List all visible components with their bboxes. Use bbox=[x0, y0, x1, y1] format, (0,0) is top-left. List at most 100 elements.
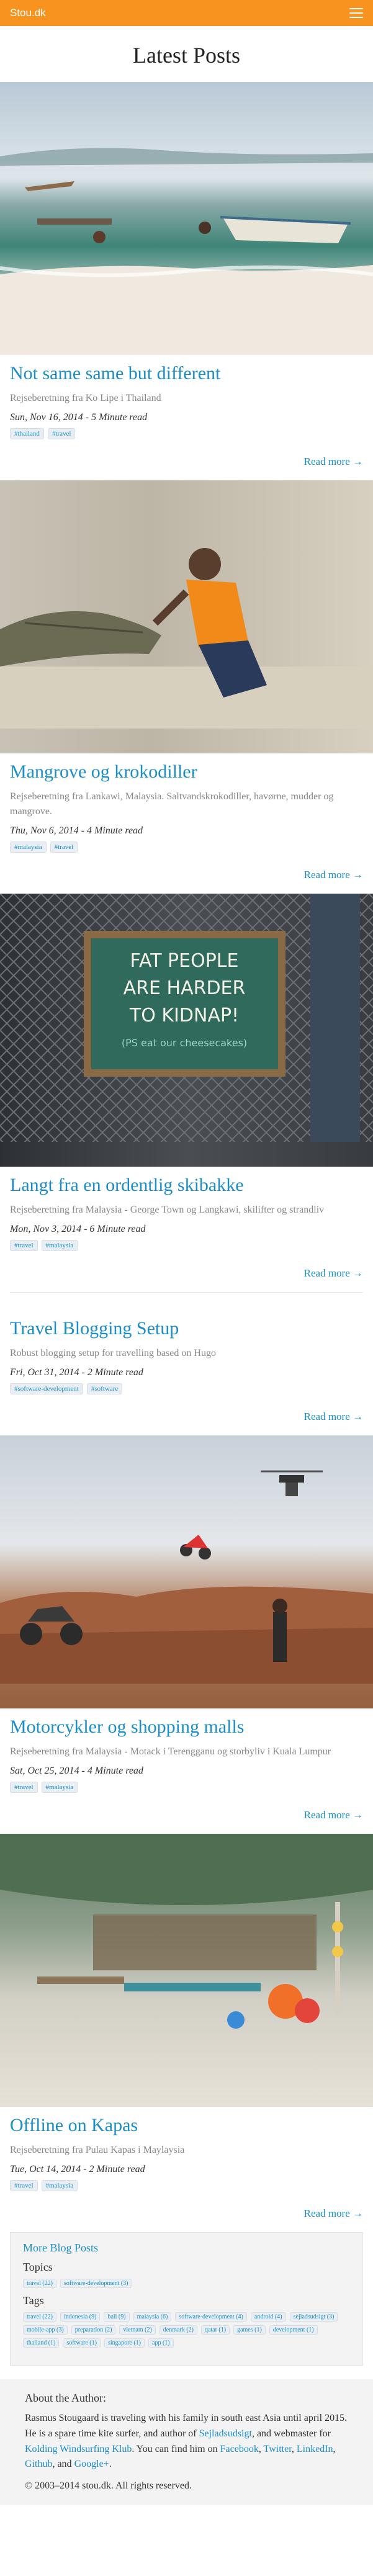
tag-link[interactable]: travel (22) bbox=[23, 2312, 56, 2322]
post-title-link[interactable]: Langt fra en ordentlig skibakke bbox=[10, 1174, 363, 1196]
sign-line-1: FAT PEOPLE bbox=[130, 950, 239, 972]
post-title-link[interactable]: Mangrove og krokodiller bbox=[10, 761, 363, 783]
tag-link[interactable]: vietnam (2) bbox=[119, 2325, 156, 2335]
topic-link[interactable]: travel (22) bbox=[23, 2279, 56, 2288]
menu-icon[interactable] bbox=[349, 8, 363, 18]
about-author-footer: About the Author: Rasmus Stougaard is tr… bbox=[0, 2379, 373, 2505]
tag-link[interactable]: #malaysia bbox=[10, 841, 47, 853]
post-title-link[interactable]: Offline on Kapas bbox=[10, 2114, 363, 2137]
copyright: © 2003–2014 stou.dk. All rights reserved… bbox=[25, 2480, 192, 2492]
tag-link[interactable]: software (1) bbox=[63, 2338, 101, 2348]
tag-link[interactable]: #software-development bbox=[10, 1383, 83, 1394]
tag-link[interactable]: #software bbox=[86, 1383, 123, 1394]
post-image[interactable] bbox=[0, 1435, 373, 1708]
github-link[interactable]: Github bbox=[25, 2459, 52, 2469]
about-text-part: . You can find him on bbox=[132, 2443, 220, 2454]
tag-link[interactable]: preparation (2) bbox=[71, 2325, 116, 2335]
post-image[interactable]: FAT PEOPLE ARE HARDER TO KIDNAP! (PS eat… bbox=[0, 894, 373, 1167]
kolding-windsurfing-link[interactable]: Kolding Windsurfing Klub bbox=[25, 2444, 132, 2454]
post-subtitle: Rejseberetning fra Malaysia - Motack i T… bbox=[10, 1746, 331, 1757]
tag-link[interactable]: indonesia (9) bbox=[60, 2312, 101, 2322]
post-tags: #travel #malaysia bbox=[10, 2180, 363, 2191]
post-meta: Thu, Nov 6, 2014 - 4 Minute read bbox=[10, 825, 143, 836]
read-more-link[interactable]: Read more → bbox=[10, 869, 363, 881]
tag-link[interactable]: #thailand bbox=[10, 428, 44, 439]
tag-link[interactable]: #travel bbox=[47, 428, 76, 439]
post-tags: #travel #malaysia bbox=[10, 1240, 363, 1251]
separator: , bbox=[258, 2443, 264, 2454]
tag-link[interactable]: denmark (2) bbox=[159, 2325, 197, 2335]
post-title-link[interactable]: Motorcykler og shopping malls bbox=[10, 1716, 363, 1738]
post-title-link[interactable]: Not same same but different bbox=[10, 362, 363, 385]
tag-link[interactable]: malaysia (6) bbox=[133, 2312, 172, 2322]
post-tags: #thailand #travel bbox=[10, 428, 363, 439]
read-more-link[interactable]: Read more → bbox=[10, 2207, 363, 2220]
tag-link[interactable]: app (1) bbox=[148, 2338, 174, 2348]
tag-link[interactable]: mobile-app (3) bbox=[23, 2325, 68, 2335]
post-image[interactable] bbox=[0, 82, 373, 355]
post-image[interactable] bbox=[0, 1834, 373, 2107]
more-blog-posts-link[interactable]: More Blog Posts bbox=[23, 2242, 350, 2255]
post-tags: #travel #malaysia bbox=[10, 1782, 363, 1793]
tag-link[interactable]: thailand (1) bbox=[23, 2338, 60, 2348]
post-card: Mangrove og krokodiller Rejseberetning f… bbox=[0, 480, 373, 881]
tag-link[interactable]: #malaysia bbox=[41, 1240, 78, 1251]
read-more-link[interactable]: Read more → bbox=[10, 456, 363, 468]
tag-link[interactable]: #travel bbox=[10, 1782, 38, 1793]
more-blog-posts-panel: More Blog Posts Topics travel (22) softw… bbox=[10, 2232, 363, 2366]
linkedin-link[interactable]: LinkedIn bbox=[297, 2444, 333, 2454]
separator: , bbox=[291, 2443, 297, 2454]
tag-link[interactable]: #malaysia bbox=[41, 1782, 78, 1793]
post-meta: Sun, Nov 16, 2014 - 5 Minute read bbox=[10, 412, 148, 423]
tag-link[interactable]: android (4) bbox=[250, 2312, 286, 2322]
post-subtitle: Rejseberetning fra Ko Lipe i Thailand bbox=[10, 393, 161, 403]
post-divider bbox=[10, 1292, 363, 1293]
post-meta: Tue, Oct 14, 2014 - 2 Minute read bbox=[10, 2164, 145, 2174]
tag-link[interactable]: software-development (4) bbox=[175, 2312, 247, 2322]
about-text-part: , and webmaster for bbox=[251, 2428, 331, 2439]
post-tags: #software-development #software bbox=[10, 1383, 363, 1394]
post-card: Not same same but different Rejseberetni… bbox=[0, 82, 373, 468]
post-image[interactable] bbox=[0, 480, 373, 753]
sign-line-4: (PS eat our cheesecakes) bbox=[122, 1037, 247, 1049]
tag-link[interactable]: #travel bbox=[50, 841, 78, 853]
google-plus-link[interactable]: Google+ bbox=[74, 2459, 109, 2469]
tag-link[interactable]: qatar (1) bbox=[200, 2325, 230, 2335]
tag-link[interactable]: games (1) bbox=[233, 2325, 266, 2335]
tags-cloud: travel (22) indonesia (9) bali (9) malay… bbox=[23, 2312, 350, 2348]
tag-link[interactable]: sejladsudsigt (3) bbox=[289, 2312, 338, 2322]
tag-link[interactable]: bali (9) bbox=[104, 2312, 130, 2322]
post-subtitle: Rejseberetning fra Pulau Kapas i Maylays… bbox=[10, 2145, 185, 2155]
brand-link[interactable]: Stou.dk bbox=[10, 7, 46, 19]
separator: , bbox=[333, 2443, 336, 2454]
post-title-link[interactable]: Travel Blogging Setup bbox=[10, 1317, 363, 1340]
read-more-link[interactable]: Read more → bbox=[10, 1809, 363, 1821]
post-card: FAT PEOPLE ARE HARDER TO KIDNAP! (PS eat… bbox=[0, 894, 373, 1280]
read-more-link[interactable]: Read more → bbox=[10, 1411, 363, 1423]
tag-link[interactable]: development (1) bbox=[269, 2325, 318, 2335]
topic-link[interactable]: software-development (3) bbox=[60, 2279, 132, 2288]
tag-link[interactable]: singapore (1) bbox=[104, 2338, 145, 2348]
about-text: Rasmus Stougaard is traveling with his f… bbox=[25, 2411, 348, 2472]
post-subtitle: Robust blogging setup for travelling bas… bbox=[10, 1348, 216, 1358]
tags-heading: Tags bbox=[23, 2294, 44, 2307]
post-card: Motorcykler og shopping malls Rejseberet… bbox=[0, 1435, 373, 1821]
tag-link[interactable]: #malaysia bbox=[41, 2180, 78, 2191]
topics-heading: Topics bbox=[23, 2261, 53, 2273]
post-meta: Mon, Nov 3, 2014 - 6 Minute read bbox=[10, 1224, 146, 1234]
post-card: Travel Blogging Setup Robust blogging se… bbox=[0, 1317, 373, 1423]
read-more-link[interactable]: Read more → bbox=[10, 1267, 363, 1280]
tag-link[interactable]: #travel bbox=[10, 2180, 38, 2191]
post-subtitle: Rejseberetning fra Lankawi, Malaysia. Sa… bbox=[10, 791, 334, 817]
facebook-link[interactable]: Facebook bbox=[220, 2444, 259, 2454]
tag-link[interactable]: #travel bbox=[10, 1240, 38, 1251]
separator: . bbox=[109, 2459, 112, 2470]
post-card: Offline on Kapas Rejseberetning fra Pula… bbox=[0, 1834, 373, 2220]
top-navbar: Stou.dk bbox=[0, 0, 373, 26]
post-subtitle: Rejseberetning fra Malaysia - George Tow… bbox=[10, 1205, 325, 1215]
twitter-link[interactable]: Twitter bbox=[264, 2444, 292, 2454]
post-tags: #malaysia #travel bbox=[10, 841, 363, 853]
sejladsudsigt-link[interactable]: Sejladsudsigt bbox=[199, 2428, 252, 2439]
about-heading: About the Author: bbox=[25, 2392, 106, 2404]
sign-line-3: TO KIDNAP! bbox=[129, 1005, 239, 1026]
